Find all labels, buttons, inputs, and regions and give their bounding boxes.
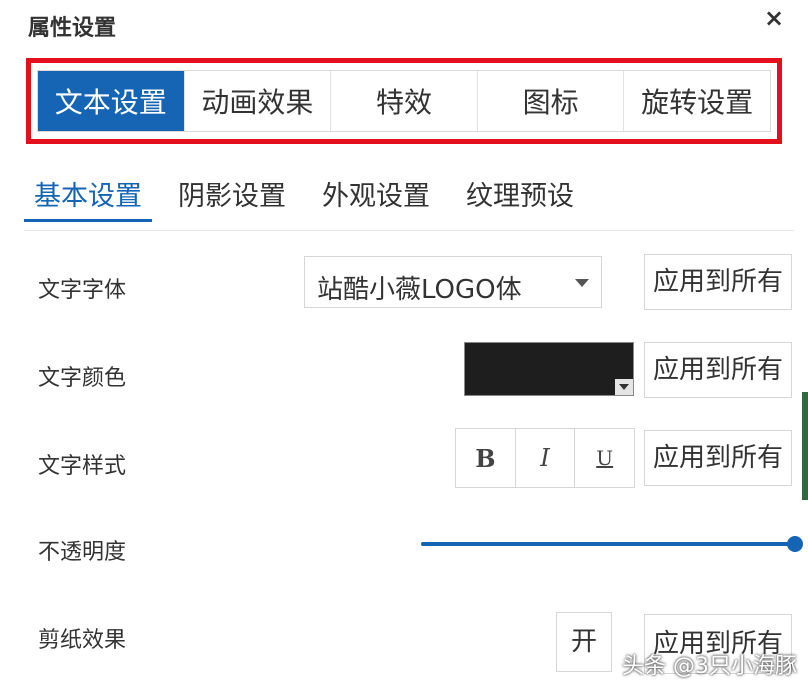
font-select-value: 站酷小薇LOGO体	[317, 275, 522, 305]
tab-rotation-settings[interactable]: 旋转设置	[624, 71, 770, 131]
subtab-shadow-settings[interactable]: 阴影设置	[168, 166, 296, 220]
tab-special-effects[interactable]: 特效	[331, 71, 478, 131]
chevron-down-icon	[575, 279, 589, 287]
subtab-basic-settings[interactable]: 基本设置	[24, 166, 152, 222]
tab-text-settings[interactable]: 文本设置	[38, 71, 185, 131]
bold-button[interactable]: B	[456, 429, 516, 487]
opacity-label: 不透明度	[38, 540, 127, 565]
font-select[interactable]: 站酷小薇LOGO体	[304, 256, 602, 308]
main-tabs-highlight-frame: 文本设置 动画效果 特效 图标 旋转设置	[26, 58, 782, 144]
papercut-label: 剪纸效果	[38, 628, 127, 653]
apply-style-to-all-button[interactable]: 应用到所有	[644, 430, 792, 486]
italic-button[interactable]: I	[516, 429, 576, 487]
dialog-title: 属性设置	[28, 16, 117, 41]
subtab-texture-presets[interactable]: 纹理预设	[456, 166, 584, 220]
text-color-swatch[interactable]	[464, 342, 634, 396]
scrollbar-edge[interactable]	[802, 392, 808, 500]
color-label: 文字颜色	[38, 366, 127, 391]
watermark: 头条 @3只小海豚	[622, 654, 797, 679]
text-style-group: B I U	[455, 428, 635, 488]
tab-animation-effects[interactable]: 动画效果	[184, 71, 332, 131]
papercut-toggle-button[interactable]: 开	[556, 612, 612, 672]
main-tabs: 文本设置 动画效果 特效 图标 旋转设置	[37, 70, 771, 132]
tab-icons[interactable]: 图标	[477, 71, 625, 131]
apply-color-to-all-button[interactable]: 应用到所有	[644, 342, 792, 398]
opacity-slider-handle[interactable]	[787, 536, 803, 552]
properties-dialog: 属性设置 × 文本设置 动画效果 特效 图标 旋转设置 基本设置 阴影设置 外观…	[0, 0, 808, 692]
apply-font-to-all-button[interactable]: 应用到所有	[644, 254, 792, 310]
subtab-appearance-settings[interactable]: 外观设置	[312, 166, 440, 220]
opacity-slider-track[interactable]	[421, 542, 795, 546]
font-label: 文字字体	[38, 278, 127, 303]
underline-button[interactable]: U	[575, 429, 634, 487]
color-dropdown-icon[interactable]	[615, 379, 633, 395]
sub-tabs: 基本设置 阴影设置 外观设置 纹理预设	[24, 166, 794, 231]
style-label: 文字样式	[38, 454, 127, 479]
close-icon[interactable]: ×	[764, 6, 784, 30]
